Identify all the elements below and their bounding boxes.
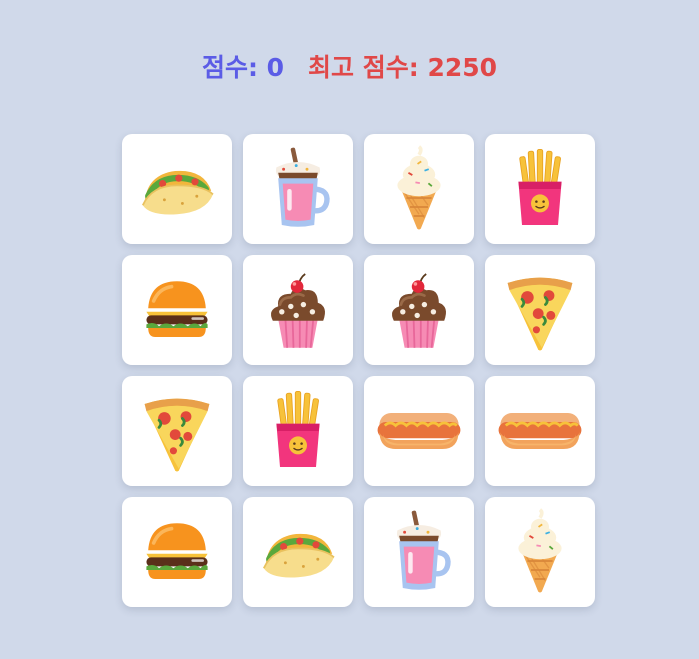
best-score: 최고 점수: 2250 (308, 53, 498, 82)
memory-card[interactable] (122, 497, 232, 607)
memory-card-grid (122, 134, 595, 607)
milkshake-icon (374, 507, 464, 597)
burger-icon (132, 507, 222, 597)
burger-icon (132, 265, 222, 355)
taco-icon (253, 507, 343, 597)
ice-cream-icon (495, 507, 585, 597)
memory-card[interactable] (485, 255, 595, 365)
fries-icon (253, 386, 343, 476)
memory-card[interactable] (485, 134, 595, 244)
hotdog-icon (374, 386, 464, 476)
hotdog-icon (495, 386, 585, 476)
taco-icon (132, 144, 222, 234)
cupcake-icon (374, 265, 464, 355)
pizza-icon (495, 265, 585, 355)
memory-card[interactable] (243, 134, 353, 244)
memory-card[interactable] (485, 497, 595, 607)
memory-card[interactable] (122, 255, 232, 365)
cupcake-icon (253, 265, 343, 355)
memory-card[interactable] (122, 376, 232, 486)
memory-card[interactable] (122, 134, 232, 244)
milkshake-icon (253, 144, 343, 234)
ice-cream-icon (374, 144, 464, 234)
memory-card[interactable] (364, 497, 474, 607)
memory-card[interactable] (243, 497, 353, 607)
memory-card[interactable] (485, 376, 595, 486)
memory-card[interactable] (243, 376, 353, 486)
score-bar: 점수: 0 최고 점수: 2250 (0, 48, 699, 84)
current-score: 점수: 0 (201, 53, 285, 82)
memory-card[interactable] (364, 376, 474, 486)
memory-card[interactable] (364, 134, 474, 244)
pizza-icon (132, 386, 222, 476)
memory-card[interactable] (243, 255, 353, 365)
fries-icon (495, 144, 585, 234)
memory-card[interactable] (364, 255, 474, 365)
